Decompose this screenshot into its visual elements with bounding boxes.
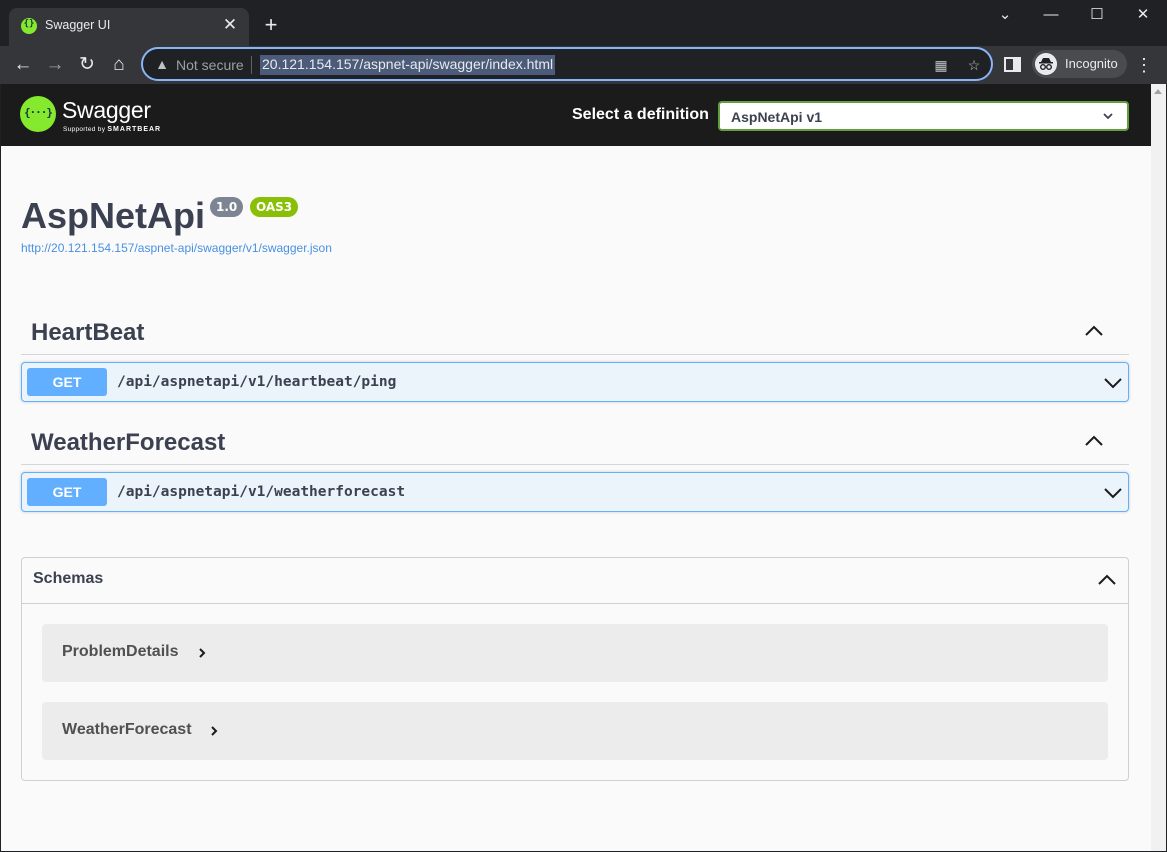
swagger-favicon-icon (21, 18, 37, 34)
incognito-profile-button[interactable]: Incognito (1032, 50, 1127, 78)
qr-code-icon[interactable]: ▦ (931, 55, 951, 75)
operation-path: /api/aspnetapi/v1/heartbeat/ping (117, 374, 397, 390)
chevron-down-icon[interactable] (1103, 483, 1123, 503)
minimize-button[interactable]: — (1028, 4, 1074, 26)
address-bar[interactable]: ▲ Not secure 20.121.154.157/aspnet-api/s… (141, 47, 993, 81)
tab-title: Swagger UI (45, 18, 111, 32)
scroll-up-arrow-icon[interactable] (1154, 89, 1162, 94)
definition-label: Select a definition (572, 106, 709, 123)
maximize-button[interactable]: ☐ (1074, 4, 1120, 26)
page-viewport: Swagger Supported by SMARTBEAR Select a … (1, 84, 1166, 851)
api-title: AspNetApi (21, 195, 206, 236)
chevron-up-icon[interactable] (1084, 321, 1104, 341)
tag-name: HeartBeat (31, 319, 145, 346)
operation-get-heartbeat-ping[interactable]: GET /api/aspnetapi/v1/heartbeat/ping (21, 362, 1129, 402)
tag-weatherforecast-header[interactable]: WeatherForecast (21, 419, 1129, 465)
tag-name: WeatherForecast (31, 429, 226, 456)
tab-strip: Swagger UI ✕ + ⌄ — ☐ ✕ (0, 0, 1167, 46)
back-button[interactable]: ← (9, 51, 37, 79)
bookmark-star-icon[interactable]: ☆ (964, 55, 984, 75)
browser-tab[interactable]: Swagger UI ✕ (9, 8, 249, 46)
side-panel-icon[interactable] (1003, 55, 1023, 75)
home-button[interactable]: ⌂ (105, 51, 133, 79)
warning-icon[interactable]: ▲ (153, 55, 171, 73)
url-text[interactable]: 20.121.154.157/aspnet-api/swagger/index.… (260, 55, 556, 75)
spec-url-link[interactable]: http://20.121.154.157/aspnet-api/swagger… (21, 241, 332, 255)
version-badge: 1.0 (210, 197, 244, 217)
model-problemdetails[interactable]: ProblemDetails (42, 624, 1108, 682)
oas-badge: OAS3 (250, 197, 299, 217)
method-badge: GET (27, 368, 107, 396)
method-badge: GET (27, 478, 107, 506)
brand-subtitle: Supported by SMARTBEAR (63, 126, 162, 133)
chevron-right-icon[interactable] (208, 724, 220, 738)
reload-button[interactable]: ↻ (73, 51, 101, 79)
swagger-logo-icon[interactable] (20, 96, 56, 132)
close-tab-icon[interactable]: ✕ (221, 16, 239, 34)
security-label[interactable]: Not secure (176, 57, 244, 73)
operation-path: /api/aspnetapi/v1/weatherforecast (117, 484, 406, 500)
operation-get-weatherforecast[interactable]: GET /api/aspnetapi/v1/weatherforecast (21, 472, 1129, 512)
chevron-up-icon[interactable] (1084, 431, 1104, 451)
swagger-topbar: Swagger Supported by SMARTBEAR Select a … (1, 84, 1151, 146)
chevron-right-icon[interactable] (196, 646, 208, 660)
incognito-icon (1035, 53, 1057, 75)
tag-heartbeat-header[interactable]: HeartBeat (21, 309, 1129, 355)
brand-name[interactable]: Swagger (62, 97, 151, 124)
model-name: WeatherForecast (62, 721, 192, 738)
model-weatherforecast[interactable]: WeatherForecast (42, 702, 1108, 760)
browser-toolbar: ← → ↻ ⌂ ▲ Not secure 20.121.154.157/aspn… (0, 46, 1167, 84)
incognito-label: Incognito (1065, 56, 1118, 71)
schemas-title: Schemas (33, 570, 104, 587)
chevron-down-icon (1103, 113, 1113, 120)
schemas-section: Schemas ProblemDetails WeatherForecast (21, 557, 1129, 781)
schemas-header[interactable]: Schemas (22, 558, 1128, 604)
forward-button[interactable]: → (41, 51, 69, 79)
new-tab-button[interactable]: + (259, 13, 283, 37)
omnibox-divider (251, 56, 252, 74)
tab-search-icon[interactable]: ⌄ (982, 4, 1028, 26)
browser-menu-icon[interactable]: ⋮ (1134, 54, 1154, 76)
model-name: ProblemDetails (62, 643, 179, 660)
close-window-button[interactable]: ✕ (1120, 4, 1166, 26)
chevron-up-icon[interactable] (1097, 570, 1117, 590)
page-scrollbar[interactable] (1151, 84, 1166, 851)
chevron-down-icon[interactable] (1103, 373, 1123, 393)
definition-selected-value: AspNetApi v1 (731, 109, 823, 125)
definition-select[interactable]: AspNetApi v1 (718, 101, 1129, 131)
